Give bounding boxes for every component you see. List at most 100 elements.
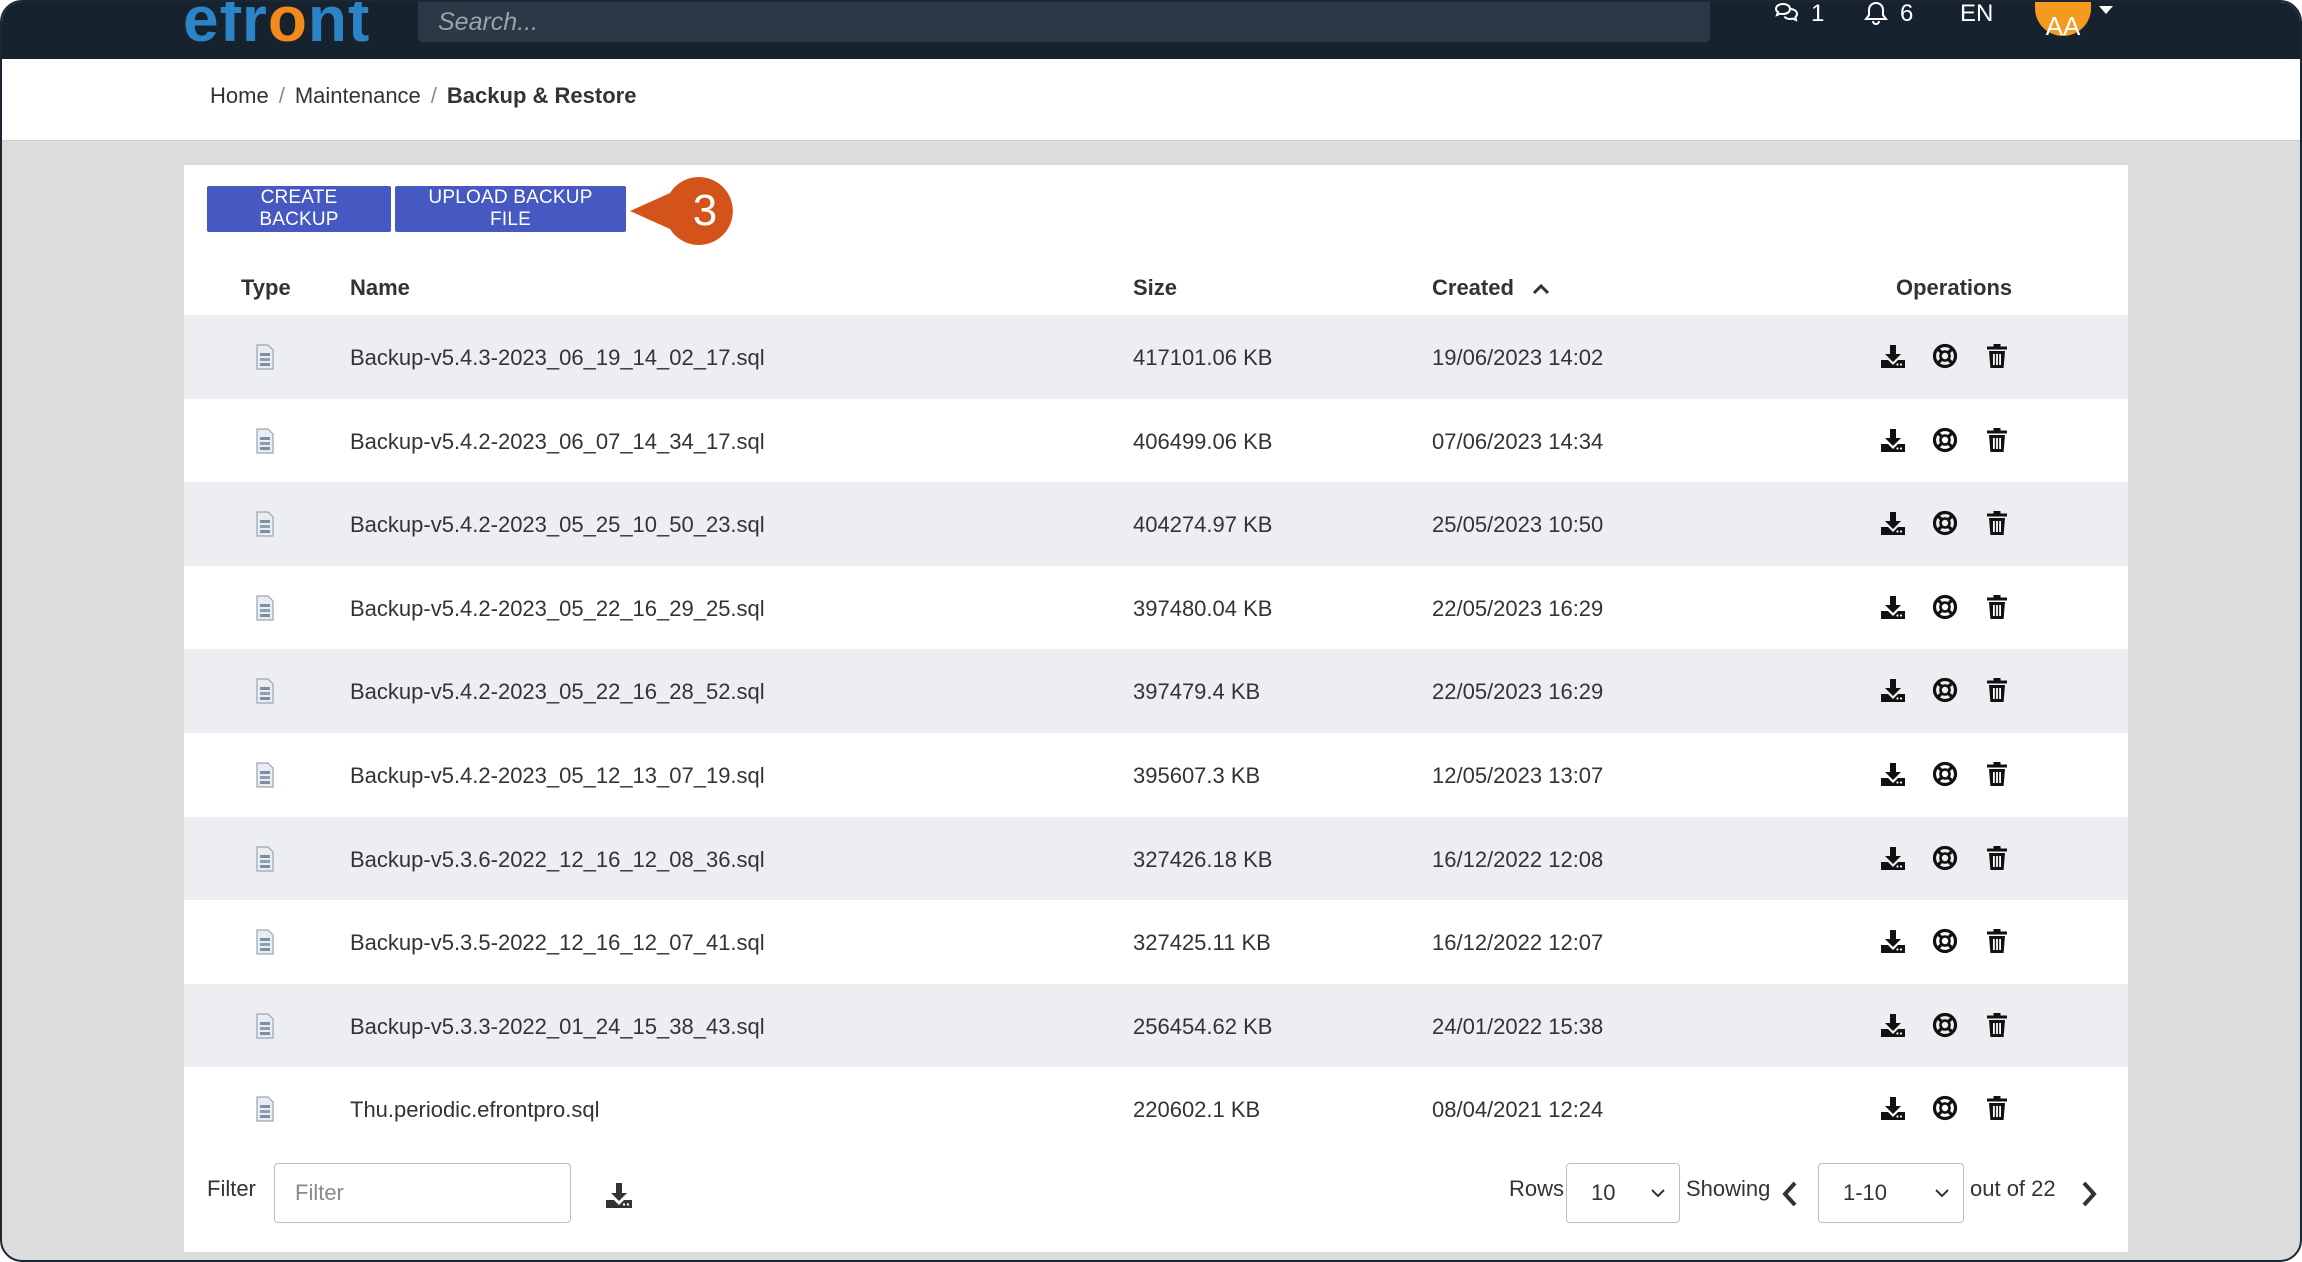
column-created-label: Created <box>1432 275 1514 300</box>
create-backup-button[interactable]: CREATE BACKUP <box>207 186 391 232</box>
created-date-cell: 22/05/2023 16:29 <box>1432 595 1604 621</box>
restore-lifebuoy-icon[interactable] <box>1932 761 1958 787</box>
trash-icon[interactable] <box>1984 427 2010 453</box>
language-selector[interactable]: EN <box>1960 0 1994 27</box>
file-size-cell: 406499.06 KB <box>1133 428 1273 454</box>
breadcrumb-home[interactable]: Home <box>210 83 269 109</box>
file-name-cell: Backup-v5.3.6-2022_12_16_12_08_36.sql <box>350 846 765 872</box>
breadcrumb: Home / Maintenance / Backup & Restore <box>210 83 636 109</box>
file-name-cell: Backup-v5.4.2-2023_05_25_10_50_23.sql <box>350 512 765 538</box>
upload-backup-file-button[interactable]: UPLOAD BACKUP FILE <box>395 186 626 232</box>
rows-per-page-select[interactable]: 10 <box>1566 1163 1680 1223</box>
created-date-cell: 12/05/2023 13:07 <box>1432 762 1604 788</box>
breadcrumb-bar: Home / Maintenance / Backup & Restore <box>2 59 2300 141</box>
restore-lifebuoy-icon[interactable] <box>1932 1095 1958 1121</box>
messages-button[interactable]: 1 <box>1773 2 1824 27</box>
user-menu-caret-icon[interactable] <box>2099 6 2113 14</box>
table-row: Backup-v5.4.2-2023_05_12_13_07_19.sql 39… <box>184 733 2128 817</box>
row-operations <box>1880 1095 2010 1121</box>
restore-lifebuoy-icon[interactable] <box>1932 594 1958 620</box>
download-icon[interactable] <box>1880 845 1906 871</box>
file-type-cell <box>254 928 276 962</box>
file-size-cell: 256454.62 KB <box>1133 1013 1273 1039</box>
created-date-cell: 16/12/2022 12:08 <box>1432 846 1604 872</box>
trash-icon[interactable] <box>1984 1095 2010 1121</box>
row-operations <box>1880 343 2010 369</box>
filter-input[interactable] <box>274 1163 571 1223</box>
table-row: Thu.periodic.efrontpro.sql 220602.1 KB 0… <box>184 1067 2128 1151</box>
download-icon[interactable] <box>1880 928 1906 954</box>
breadcrumb-maintenance[interactable]: Maintenance <box>295 83 421 109</box>
restore-lifebuoy-icon[interactable] <box>1932 1012 1958 1038</box>
previous-page-icon[interactable] <box>1780 1180 1800 1208</box>
column-size[interactable]: Size <box>1133 275 1177 301</box>
chevron-down-icon <box>1935 1189 1949 1198</box>
file-icon <box>256 1013 274 1039</box>
showing-label: Showing <box>1686 1176 1771 1201</box>
file-type-cell <box>254 1012 276 1046</box>
file-icon <box>256 929 274 955</box>
file-type-cell <box>254 845 276 879</box>
logo-text-end: nt <box>307 0 371 55</box>
download-icon[interactable] <box>1880 1095 1906 1121</box>
restore-lifebuoy-icon[interactable] <box>1932 510 1958 536</box>
download-icon[interactable] <box>1880 594 1906 620</box>
table-row: Backup-v5.3.3-2022_01_24_15_38_43.sql 25… <box>184 983 2128 1068</box>
table-footer: Filter Rows 10 Showing 1-10 out of 22 <box>184 1150 2128 1252</box>
file-type-cell <box>254 343 276 377</box>
trash-icon[interactable] <box>1984 761 2010 787</box>
trash-icon[interactable] <box>1984 677 2010 703</box>
export-download-icon[interactable] <box>604 1180 634 1210</box>
file-type-cell <box>254 761 276 795</box>
page-range-value: 1-10 <box>1843 1180 1888 1205</box>
created-date-cell: 07/06/2023 14:34 <box>1432 428 1604 454</box>
column-type[interactable]: Type <box>241 275 291 301</box>
file-type-cell <box>254 1095 276 1129</box>
step-callout-badge: 3 <box>630 177 733 245</box>
download-icon[interactable] <box>1880 343 1906 369</box>
download-icon[interactable] <box>1880 761 1906 787</box>
restore-lifebuoy-icon[interactable] <box>1932 928 1958 954</box>
chevron-down-icon <box>1651 1189 1665 1198</box>
file-size-cell: 327426.18 KB <box>1133 846 1273 872</box>
download-icon[interactable] <box>1880 677 1906 703</box>
breadcrumb-current: Backup & Restore <box>446 83 637 108</box>
chat-bubbles-icon <box>1774 2 1799 22</box>
column-created[interactable]: Created <box>1432 275 1550 301</box>
file-icon <box>256 344 274 370</box>
notifications-button[interactable]: 6 <box>1862 2 1913 27</box>
efront-logo[interactable]: efront <box>183 0 371 56</box>
next-page-icon[interactable] <box>2079 1180 2099 1208</box>
search-bar <box>418 2 1710 42</box>
trash-icon[interactable] <box>1984 928 2010 954</box>
file-icon <box>256 1096 274 1122</box>
rows-per-page-value: 10 <box>1591 1180 1616 1205</box>
column-name[interactable]: Name <box>350 275 410 301</box>
trash-icon[interactable] <box>1984 594 2010 620</box>
search-input[interactable] <box>418 2 1710 42</box>
language-label: EN <box>1960 0 1994 27</box>
created-date-cell: 19/06/2023 14:02 <box>1432 345 1604 370</box>
file-icon <box>256 762 274 788</box>
bell-icon <box>1864 2 1888 26</box>
trash-icon[interactable] <box>1984 845 2010 871</box>
restore-lifebuoy-icon[interactable] <box>1932 845 1958 871</box>
page-range-select[interactable]: 1-10 <box>1818 1163 1964 1223</box>
created-date-cell: 08/04/2021 12:24 <box>1432 1097 1604 1123</box>
download-icon[interactable] <box>1880 510 1906 536</box>
table-row: Backup-v5.3.5-2022_12_16_12_07_41.sql 32… <box>184 900 2128 984</box>
user-avatar[interactable]: AA <box>2035 2 2091 41</box>
file-name-cell: Backup-v5.4.2-2023_05_12_13_07_19.sql <box>350 762 765 788</box>
restore-lifebuoy-icon[interactable] <box>1932 677 1958 703</box>
trash-icon[interactable] <box>1984 343 2010 369</box>
download-icon[interactable] <box>1880 427 1906 453</box>
trash-icon[interactable] <box>1984 510 2010 536</box>
sort-ascending-icon[interactable] <box>1532 283 1550 295</box>
file-icon <box>256 678 274 704</box>
created-date-cell: 22/05/2023 16:29 <box>1432 679 1604 705</box>
restore-lifebuoy-icon[interactable] <box>1932 343 1958 369</box>
trash-icon[interactable] <box>1984 1012 2010 1038</box>
created-date-cell: 25/05/2023 10:50 <box>1432 512 1604 538</box>
restore-lifebuoy-icon[interactable] <box>1932 427 1958 453</box>
download-icon[interactable] <box>1880 1012 1906 1038</box>
